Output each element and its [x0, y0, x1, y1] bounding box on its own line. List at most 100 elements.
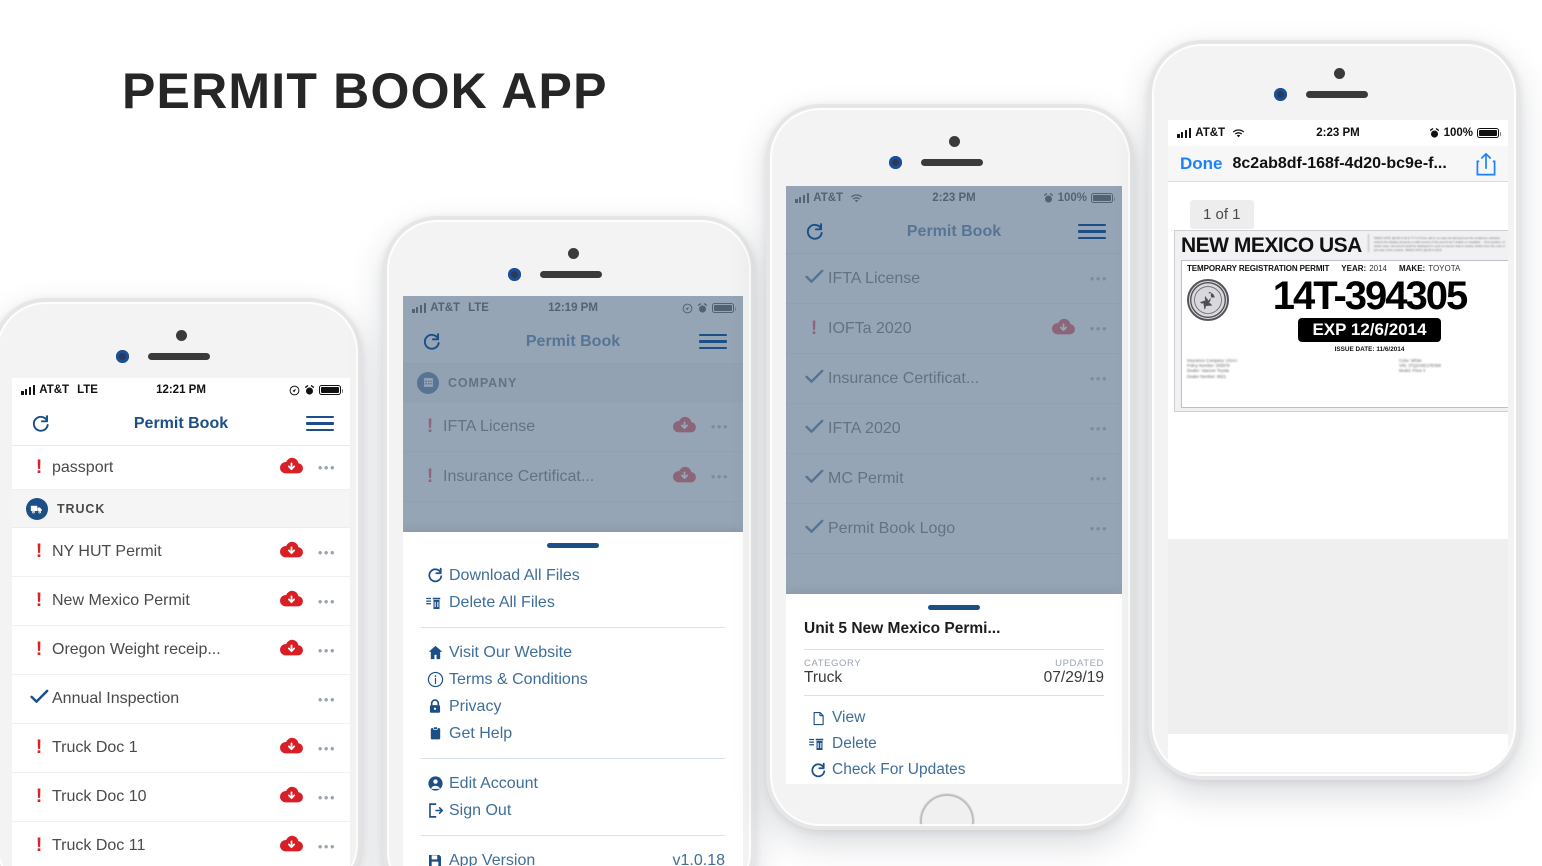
- menu-item-delete-all[interactable]: Delete All Files: [421, 589, 725, 616]
- cloud-download-icon[interactable]: [1051, 317, 1076, 341]
- cloud-download-icon[interactable]: [672, 465, 697, 489]
- hamburger-icon: [699, 333, 727, 350]
- share-button[interactable]: [1476, 152, 1496, 176]
- list-item[interactable]: Permit Book Logo •••: [786, 504, 1122, 554]
- list-item[interactable]: ! Oregon Weight receip... •••: [12, 626, 350, 675]
- check-icon: [800, 519, 828, 539]
- phone-device-4: AT&T 2:23 PM 100% Done 8c2ab8df-168f-4d2…: [1148, 40, 1520, 780]
- overflow-menu-button[interactable]: •••: [1090, 421, 1108, 436]
- permit-plate-number: 14T-394305: [1272, 274, 1469, 318]
- overflow-menu-button[interactable]: •••: [318, 790, 336, 805]
- phone2-camera-icon: [568, 248, 579, 259]
- phone1-nav-bar: Permit Book: [12, 402, 350, 446]
- menu-item-visit-website[interactable]: Visit Our Website: [421, 639, 725, 666]
- permit-fine-line: Dealer Number: 8821: [1187, 373, 1227, 379]
- list-item[interactable]: IFTA 2020 •••: [786, 404, 1122, 454]
- list-item-label: Truck Doc 1: [52, 739, 138, 756]
- overflow-menu-button[interactable]: •••: [318, 741, 336, 756]
- phone3-document-list[interactable]: IFTA License ••• ! IOFTa 2020 ••• Insura…: [786, 254, 1122, 554]
- menu-item-privacy[interactable]: Privacy: [421, 693, 725, 720]
- list-item[interactable]: ! IOFTa 2020 •••: [786, 304, 1122, 354]
- list-item[interactable]: ! IFTA License •••: [403, 402, 743, 452]
- menu-item-terms[interactable]: Terms & Conditions: [421, 666, 725, 693]
- delete-icon: [804, 735, 832, 753]
- menu-item-edit-account[interactable]: Edit Account: [421, 770, 725, 797]
- overflow-menu-button[interactable]: •••: [318, 460, 336, 475]
- cloud-download-icon[interactable]: [279, 540, 304, 564]
- alert-icon: !: [35, 737, 43, 758]
- phone1-speaker-grille: [148, 353, 210, 360]
- cloud-download-icon[interactable]: [279, 589, 304, 613]
- phone3-power-button: [1130, 182, 1134, 218]
- permit-doc-type: TEMPORARY REGISTRATION PERMIT: [1187, 264, 1330, 273]
- document-canvas[interactable]: 1 of 1 NEW MEXICO USA NMSA 1978, §§ 66-3…: [1168, 182, 1508, 772]
- check-icon: [800, 469, 828, 489]
- permit-state-title: NEW MEXICO USA: [1181, 234, 1362, 257]
- list-item-label: IFTA License: [828, 269, 921, 287]
- overflow-menu-button[interactable]: •••: [1090, 521, 1108, 536]
- list-item[interactable]: ! New Mexico Permit •••: [12, 577, 350, 626]
- action-check-updates[interactable]: Check For Updates: [804, 757, 1104, 783]
- overflow-menu-button[interactable]: •••: [1090, 371, 1108, 386]
- overflow-menu-button[interactable]: •••: [1090, 321, 1108, 336]
- document-filename: 8c2ab8df-168f-4d20-bc9e-f...: [1232, 154, 1447, 172]
- overflow-menu-button[interactable]: •••: [318, 643, 336, 658]
- list-item[interactable]: ! Truck Doc 10 •••: [12, 773, 350, 822]
- refresh-button[interactable]: [786, 221, 826, 243]
- cloud-download-icon[interactable]: [672, 415, 697, 439]
- menu-item-sign-out[interactable]: Sign Out: [421, 797, 725, 824]
- cloud-download-icon[interactable]: [279, 736, 304, 760]
- phone3-detail-sheet[interactable]: Unit 5 New Mexico Permi... CATEGORY Truc…: [786, 594, 1122, 784]
- overflow-menu-button[interactable]: •••: [318, 594, 336, 609]
- phone3-home-button[interactable]: [920, 794, 974, 826]
- list-item[interactable]: IFTA License •••: [786, 254, 1122, 304]
- cloud-download-icon[interactable]: [279, 785, 304, 809]
- document-viewer-toolbar: Done 8c2ab8df-168f-4d20-bc9e-f...: [1168, 146, 1508, 182]
- refresh-icon: [806, 222, 823, 240]
- battery-icon: [319, 385, 344, 395]
- list-item[interactable]: ! Truck Doc 11 •••: [12, 822, 350, 866]
- menu-item-get-help[interactable]: Get Help: [421, 720, 725, 747]
- phone1-document-list[interactable]: ! passport ••• TRUCK ! NY HUT Permit •••…: [12, 446, 350, 866]
- sheet-divider: [804, 649, 1104, 650]
- list-item[interactable]: ! Truck Doc 1 •••: [12, 724, 350, 773]
- list-item-label: Oregon Weight receip...: [52, 641, 221, 658]
- permit-type-row: TEMPORARY REGISTRATION PERMIT YEAR: 2014…: [1187, 264, 1508, 273]
- phone2-menu-sheet[interactable]: Download All Files Delete All Files Visi…: [403, 532, 743, 866]
- action-view[interactable]: View: [804, 705, 1104, 731]
- list-item[interactable]: ! Insurance Certificat... •••: [403, 452, 743, 502]
- list-item[interactable]: Insurance Certificat... •••: [786, 354, 1122, 404]
- action-delete[interactable]: Delete: [804, 731, 1104, 757]
- list-item[interactable]: MC Permit •••: [786, 454, 1122, 504]
- hamburger-menu-button[interactable]: [306, 415, 350, 432]
- list-item-label: Truck Doc 10: [52, 788, 147, 805]
- menu-item-label: Terms & Conditions: [449, 670, 588, 688]
- phone1-power-button: [358, 376, 362, 412]
- cloud-download-icon[interactable]: [279, 638, 304, 662]
- refresh-button[interactable]: [12, 413, 52, 435]
- list-item[interactable]: ! NY HUT Permit •••: [12, 528, 350, 577]
- list-item[interactable]: Annual Inspection •••: [12, 675, 350, 724]
- overflow-menu-button[interactable]: •••: [1090, 271, 1108, 286]
- permit-year-label: YEAR:: [1341, 264, 1367, 273]
- done-button[interactable]: Done: [1180, 154, 1223, 174]
- cloud-download-icon[interactable]: [279, 456, 304, 480]
- overflow-menu-button[interactable]: •••: [318, 692, 336, 707]
- overflow-menu-button[interactable]: •••: [1090, 471, 1108, 486]
- phone2-power-button: [751, 294, 755, 330]
- cloud-download-icon[interactable]: [279, 834, 304, 858]
- menu-item-label: Edit Account: [449, 774, 538, 792]
- overflow-menu-button[interactable]: •••: [711, 469, 729, 484]
- phone2-document-list[interactable]: COMPANY ! IFTA License ••• ! Insurance C…: [403, 364, 743, 532]
- hamburger-menu-button[interactable]: [699, 333, 743, 350]
- phone3-volume-down: [766, 238, 770, 264]
- alert-icon: !: [35, 835, 43, 856]
- list-item[interactable]: ! passport •••: [12, 446, 350, 490]
- menu-item-download-all[interactable]: Download All Files: [421, 562, 725, 589]
- check-icon: [26, 689, 52, 709]
- overflow-menu-button[interactable]: •••: [318, 545, 336, 560]
- overflow-menu-button[interactable]: •••: [318, 839, 336, 854]
- refresh-button[interactable]: [403, 331, 443, 353]
- hamburger-menu-button[interactable]: [1078, 223, 1122, 240]
- overflow-menu-button[interactable]: •••: [711, 419, 729, 434]
